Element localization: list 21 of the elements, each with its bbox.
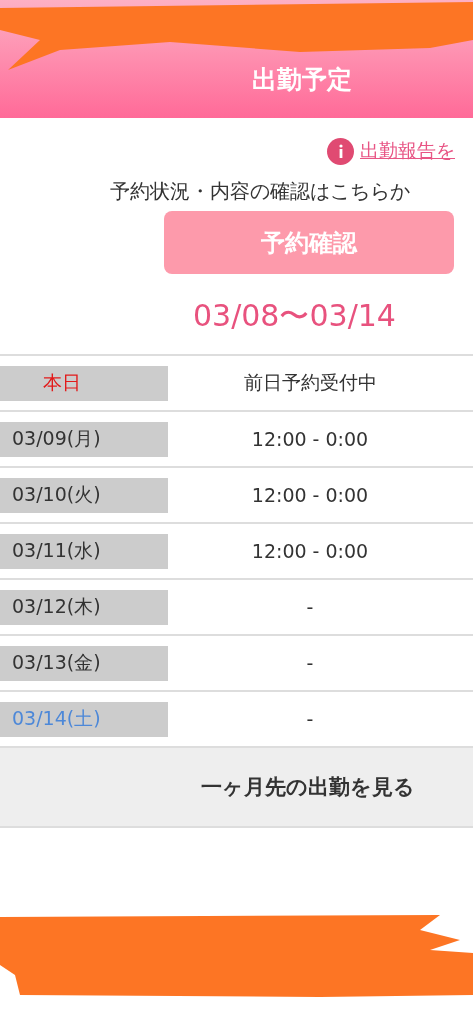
- page-title: 出勤予定: [252, 64, 352, 96]
- date-cell: 03/14(土): [0, 701, 168, 737]
- date-cell: 03/11(水): [0, 533, 168, 569]
- time-cell-text: 12:00 - 0:00: [250, 428, 370, 450]
- date-cell: 03/10(火): [0, 477, 168, 513]
- info-icon: [327, 137, 354, 165]
- reservation-text: 予約状況・内容の確認はこちらか: [110, 178, 411, 205]
- time-cell-text: 前日予約受付中: [242, 370, 378, 395]
- time-cell-text: 12:00 - 0:00: [250, 484, 370, 506]
- date-cell: 本日: [0, 365, 168, 401]
- reservation-button[interactable]: 予約確認: [164, 211, 454, 274]
- date-cell: 03/09(月): [0, 421, 168, 457]
- time-cell-text: -: [305, 652, 315, 674]
- time-cell-text: -: [305, 596, 315, 618]
- date-cell: 03/13(金): [0, 645, 168, 681]
- time-cell-text: -: [305, 708, 315, 730]
- more-button[interactable]: 一ヶ月先の出勤を見る: [0, 748, 473, 828]
- date-cell: 03/12(木): [0, 589, 168, 625]
- week-range: 03/08〜03/14: [192, 297, 397, 335]
- report-link[interactable]: 出勤報告を: [360, 138, 455, 164]
- time-cell-text: 12:00 - 0:00: [250, 540, 370, 562]
